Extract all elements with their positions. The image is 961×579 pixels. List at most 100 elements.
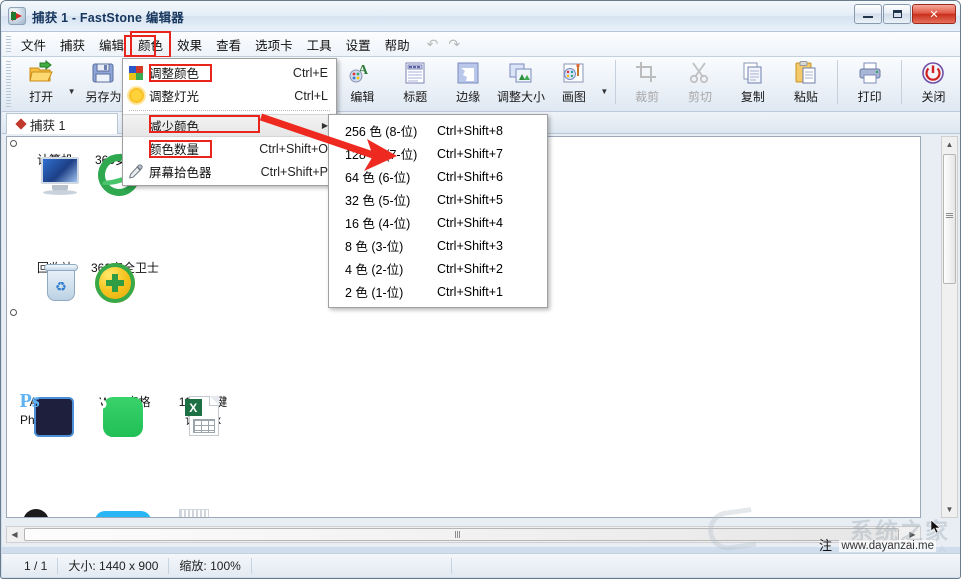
menu-item-reduce-colors[interactable]: 减少颜色 ▶ [123,114,336,137]
menu-file[interactable]: 文件 [14,32,53,57]
crop-button[interactable]: 裁剪 [621,57,674,107]
tab-capture-1[interactable]: 捕获 1 [6,113,118,134]
resize-button-label: 调整大小 [496,90,545,104]
scissors-icon [687,60,713,86]
copy-button[interactable]: 复制 [726,57,779,107]
power-close-icon [920,60,946,86]
close-icon: ✕ [929,8,939,21]
menu-item-adjust-colors-accel: Ctrl+E [292,65,328,80]
menu-item-color-count[interactable]: 颜色数量 Ctrl+Shift+O [123,137,336,160]
menu-item-screen-picker-label: 屏幕拾色器 [149,166,212,180]
submenu-item-4[interactable]: 4 色 (2-位) Ctrl+Shift+2 [329,257,547,280]
caption-button[interactable]: 标题 [389,57,442,107]
edit-draw-icon: A [349,60,375,86]
edit-button[interactable]: A 编辑 [336,57,389,107]
print-button[interactable]: 打印 [843,57,896,107]
submenu-item-128-accel: Ctrl+Shift+7 [437,146,504,161]
edge-button[interactable]: 边缘 [442,57,495,107]
mouse-cursor-icon [930,519,942,540]
status-extra-1 [252,557,452,574]
open-dropdown-caret-icon[interactable]: ▼ [68,87,77,96]
horizontal-scroll-thumb[interactable] [24,528,899,541]
submenu-item-128[interactable]: 128 色 (7-位) Ctrl+Shift+7 [329,142,547,165]
desktop-icon-wps[interactable]: S WPS表格 [83,388,167,437]
save-as-button-label: 另存为 [85,90,122,104]
redo-icon[interactable]: ↷ [448,36,460,53]
submenu-item-64-accel: Ctrl+Shift+6 [437,169,504,184]
submenu-item-2[interactable]: 2 色 (1-位) Ctrl+Shift+1 [329,280,547,303]
submenu-item-4-label: 4 色 (2-位) [345,263,404,277]
submenu-item-32-label: 32 色 (5-位) [345,194,411,208]
selection-handle-bl[interactable] [10,309,17,316]
sun-icon [123,86,149,106]
scroll-down-icon[interactable]: ▼ [942,502,957,517]
eyedropper-icon [123,162,149,182]
edge-button-label: 边缘 [456,90,481,104]
menu-item-color-count-accel: Ctrl+Shift+O [259,141,328,156]
crop-icon [634,60,660,86]
menu-item-adjust-lighting[interactable]: 调整灯光 Ctrl+L [123,84,336,107]
menu-item-adjust-colors-label: 调整颜色 [149,67,200,81]
desktop-icon-xlsx[interactable]: X 11月关键词.xlsx [161,393,245,436]
vertical-scroll-thumb[interactable] [943,154,956,284]
menu-color[interactable]: 颜色 [130,30,172,58]
submenu-item-64[interactable]: 64 色 (6-位) Ctrl+Shift+6 [329,165,547,188]
window-title: 捕获 1 - FastStone 编辑器 [32,10,184,25]
paste-button-label: 粘贴 [793,90,818,104]
open-folder-icon [28,59,54,86]
open-button[interactable]: 打开 [15,57,68,107]
submenu-item-32[interactable]: 32 色 (5-位) Ctrl+Shift+5 [329,188,547,211]
submenu-item-256-label: 256 色 (8-位) [345,125,418,139]
submenu-item-16[interactable]: 16 色 (4-位) Ctrl+Shift+4 [329,211,547,234]
close-window-button[interactable]: ✕ [912,4,956,24]
desktop-icon-computer[interactable]: 计算机 [13,151,97,195]
submenu-item-32-accel: Ctrl+Shift+5 [437,192,504,207]
floppy-disk-icon [90,60,116,86]
paste-button[interactable]: 粘贴 [779,57,832,107]
undo-icon[interactable]: ↶ [427,36,439,53]
faststone-editor-window: 捕获 1 - FastStone 编辑器 ✕ 文件 捕获 编辑 颜色 效果 查看… [0,0,961,579]
desktop-icon-photoshop[interactable]: Ps Adobe Photosh... [7,390,89,437]
horizontal-scrollbar[interactable]: ◀ ▶ [6,526,921,543]
submenu-item-4-accel: Ctrl+Shift+2 [437,261,504,276]
close-image-button[interactable]: 关闭 [907,57,960,107]
minimize-button[interactable] [854,4,882,24]
submenu-item-128-label: 128 色 (7-位) [345,148,418,162]
menubar-grip[interactable] [6,35,11,53]
menu-tools[interactable]: 工具 [300,32,339,57]
selection-handle-tl[interactable] [10,140,17,147]
menu-separator [129,110,330,111]
submenu-item-16-label: 16 色 (4-位) [345,217,411,231]
color-count-icon-slot [123,139,149,159]
caption-icon [402,60,428,86]
submenu-item-8-label: 8 色 (3-位) [345,240,404,254]
scroll-up-icon[interactable]: ▲ [942,137,957,152]
copy-button-label: 复制 [740,90,765,104]
scroll-left-icon[interactable]: ◀ [7,527,22,542]
maximize-button[interactable] [883,4,911,24]
submenu-item-8[interactable]: 8 色 (3-位) Ctrl+Shift+3 [329,234,547,257]
menu-item-adjust-colors[interactable]: 调整颜色 Ctrl+E [123,61,336,84]
printer-icon [857,60,883,86]
desktop-icon-360-safe[interactable]: 360安全卫士 [83,259,167,303]
resize-icon [508,60,534,86]
menu-edit[interactable]: 编辑 [92,32,131,57]
resize-button[interactable]: 调整大小 [495,57,548,107]
toolbar-grip[interactable] [6,61,11,107]
url-label: www.dayanzai.me [839,540,936,552]
menu-view[interactable]: 查看 [209,32,248,57]
submenu-item-256[interactable]: 256 色 (8-位) Ctrl+Shift+8 [329,119,547,142]
menu-help[interactable]: 帮助 [378,32,417,57]
vertical-scrollbar[interactable]: ▲ ▼ [941,136,958,518]
menu-settings[interactable]: 设置 [339,32,378,57]
cut-button[interactable]: 剪切 [674,57,727,107]
draw-dropdown-caret-icon[interactable]: ▼ [600,87,609,96]
draw-button-label: 画图 [561,90,586,104]
menu-effects[interactable]: 效果 [170,32,209,57]
toolbar-separator-2 [614,60,616,104]
menu-item-adjust-lighting-label: 调整灯光 [149,90,200,104]
menu-item-screen-picker[interactable]: 屏幕拾色器 Ctrl+Shift+P [123,160,336,183]
draw-button[interactable]: 画图 [547,57,600,107]
menu-capture[interactable]: 捕获 [53,32,92,57]
menu-tabs[interactable]: 选项卡 [248,32,300,57]
